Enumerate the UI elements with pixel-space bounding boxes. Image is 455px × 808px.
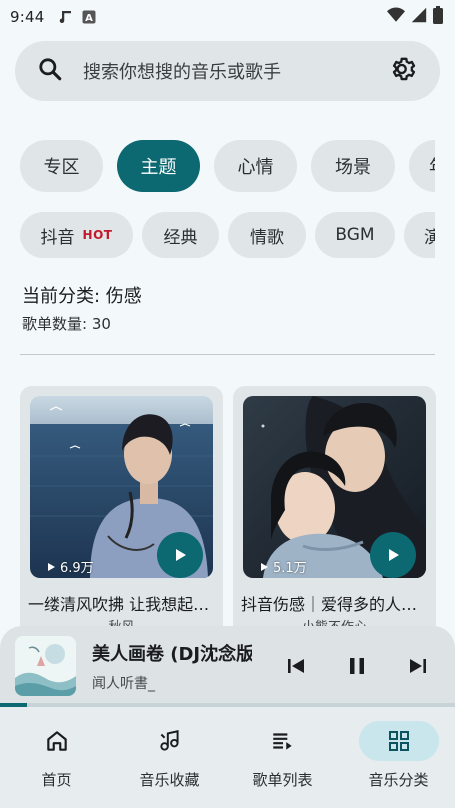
signal-icon <box>411 7 427 27</box>
wifi-icon <box>387 7 405 27</box>
subtab-bgm[interactable]: BGM <box>315 212 395 258</box>
nav-item-home[interactable]: 首页 <box>0 707 113 808</box>
playlist-count: 歌单数量: 30 <box>22 315 111 333</box>
bottom-nav: 首页 音乐收藏 歌单列表 音乐分类 <box>0 707 455 808</box>
hot-badge: HOT <box>82 228 113 242</box>
tab-zhuti[interactable]: 主题 <box>117 140 200 192</box>
pause-button[interactable] <box>345 654 369 678</box>
play-count: 6.9万 <box>46 557 94 576</box>
subtab-qingge[interactable]: 情歌 <box>228 212 306 258</box>
nav-pill <box>130 721 210 761</box>
primary-tabs: 专区 主题 心情 场景 年 <box>0 140 435 192</box>
secondary-tabs: 抖音 HOT 经典 情歌 BGM 演 <box>0 212 435 258</box>
tab-xinqing[interactable]: 心情 <box>214 140 297 192</box>
subtab-yan[interactable]: 演 <box>404 212 435 258</box>
now-playing-artist: 闻人听書_ <box>92 676 155 692</box>
playlist-name: 一缕清风吹拂 让我想起了你 <box>28 595 223 614</box>
play-button[interactable] <box>157 532 203 578</box>
subtab-label: 情歌 <box>250 227 284 248</box>
current-category-title: 当前分类: 伤感 <box>22 286 142 307</box>
search-bar[interactable]: 搜索你想搜的音乐或歌手 <box>15 41 440 101</box>
mini-player[interactable]: 美人画卷 (DJ沈念版) 闻人听書_ <box>0 626 455 706</box>
play-count: 5.1万 <box>259 557 307 576</box>
pause-icon <box>350 658 364 674</box>
nav-label: 首页 <box>41 771 72 789</box>
album-art <box>15 636 76 696</box>
skip-next-icon <box>410 659 426 673</box>
playlist-icon <box>272 733 292 750</box>
play-small-icon <box>48 562 55 571</box>
divider <box>20 354 435 355</box>
nav-label: 音乐分类 <box>368 771 429 789</box>
tab-label: 专区 <box>43 157 80 178</box>
previous-button[interactable] <box>284 654 308 678</box>
home-icon <box>46 731 67 751</box>
play-icon <box>389 549 399 561</box>
nav-item-music-collection[interactable]: 音乐收藏 <box>113 707 226 808</box>
tab-label: 心情 <box>237 157 274 178</box>
tab-label: 场景 <box>335 157 371 178</box>
next-button[interactable] <box>406 654 430 678</box>
play-count-value: 5.1万 <box>273 561 307 576</box>
music-collection-icon <box>159 730 179 751</box>
search-icon[interactable] <box>37 56 63 86</box>
playlist-cover: 6.9万 <box>30 396 213 578</box>
nav-pill <box>17 721 97 761</box>
play-small-icon <box>261 562 268 571</box>
search-input[interactable]: 搜索你想搜的音乐或歌手 <box>83 58 390 84</box>
now-playing-title: 美人画卷 (DJ沈念版) <box>92 644 252 665</box>
tab-label: 年 <box>429 153 435 179</box>
tab-zhuanqu[interactable]: 专区 <box>20 140 103 192</box>
play-count-value: 6.9万 <box>60 561 94 576</box>
subtab-label: 演 <box>424 227 435 248</box>
playlist-card[interactable]: 6.9万 一缕清风吹拂 让我想起了你 秋风 <box>20 386 223 646</box>
gear-icon[interactable] <box>390 55 418 87</box>
playlist-card[interactable]: 5.1万 抖音伤感｜爱得多的人输得一塌糊涂 小熊不作心 <box>233 386 436 646</box>
play-icon <box>176 549 186 561</box>
tab-label: 主题 <box>140 157 177 178</box>
subtab-jingdian[interactable]: 经典 <box>142 212 219 258</box>
skip-previous-icon <box>288 659 304 673</box>
playlist-cover: 5.1万 <box>243 396 426 578</box>
play-button[interactable] <box>370 532 416 578</box>
battery-icon <box>433 6 443 28</box>
subtab-label: 抖音 <box>40 227 75 248</box>
svg-text:A: A <box>86 13 94 24</box>
nav-label: 歌单列表 <box>252 771 313 789</box>
nav-item-category[interactable]: 音乐分类 <box>342 707 455 808</box>
nav-pill <box>358 721 439 761</box>
nav-item-playlist[interactable]: 歌单列表 <box>226 707 339 808</box>
nav-label: 音乐收藏 <box>139 771 200 789</box>
category-grid-icon <box>388 731 409 751</box>
status-time: 9:44 <box>10 8 45 26</box>
status-bar: 9:44 A <box>0 0 455 34</box>
tab-changjing[interactable]: 场景 <box>311 140 395 192</box>
subtab-label: BGM <box>335 225 375 245</box>
music-note-icon <box>56 8 74 26</box>
nav-pill <box>243 721 323 761</box>
a-badge-icon: A <box>82 10 96 24</box>
subtab-label: 经典 <box>163 227 198 248</box>
playlist-name: 抖音伤感｜爱得多的人输得一塌糊涂 <box>241 595 436 614</box>
subtab-douyin[interactable]: 抖音 HOT <box>20 212 133 258</box>
tab-nian[interactable]: 年 <box>409 140 435 192</box>
